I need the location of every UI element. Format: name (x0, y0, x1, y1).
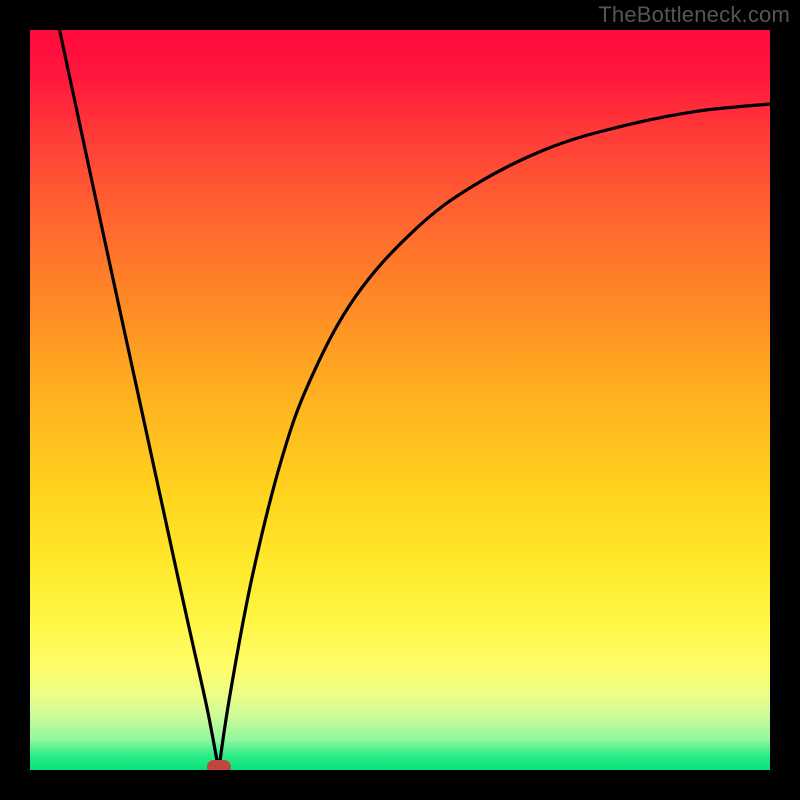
watermark-text: TheBottleneck.com (598, 2, 790, 28)
bottleneck-curve (30, 30, 770, 770)
minimum-marker (207, 760, 231, 770)
chart-container: TheBottleneck.com (0, 0, 800, 800)
curve-left-branch (60, 30, 219, 770)
plot-area (30, 30, 770, 770)
curve-right-branch (219, 104, 770, 770)
